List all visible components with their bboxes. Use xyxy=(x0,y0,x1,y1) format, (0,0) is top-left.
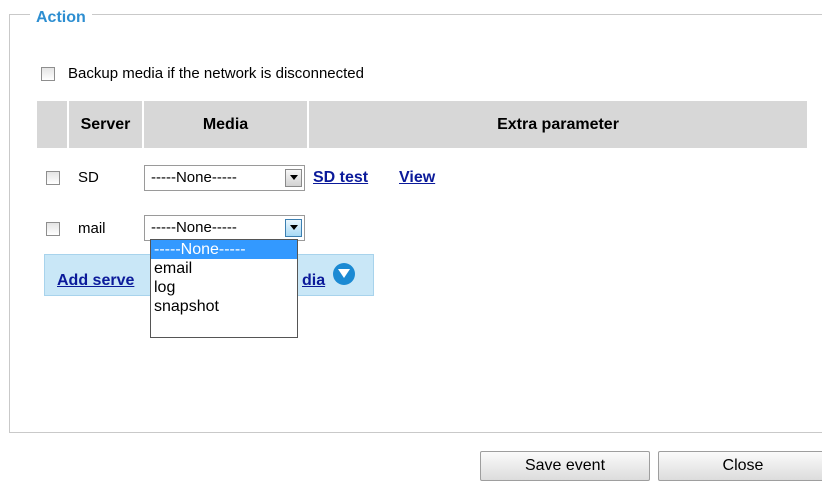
row-sd-media-select[interactable]: -----None----- xyxy=(144,165,305,191)
row-mail-checkbox[interactable] xyxy=(46,222,60,236)
header-server: Server xyxy=(69,101,142,148)
dropdown-option[interactable]: log xyxy=(151,278,297,297)
chevron-down-icon[interactable] xyxy=(285,169,302,187)
chevron-down-icon[interactable] xyxy=(285,219,302,237)
row-mail-media-select[interactable]: -----None----- xyxy=(144,215,305,241)
row-sd-media-value: -----None----- xyxy=(151,169,237,186)
row-sd-server: SD xyxy=(78,169,99,186)
row-mail-server: mail xyxy=(78,220,106,237)
add-server-link[interactable]: Add serve xyxy=(57,272,134,290)
dropdown-option[interactable]: -----None----- xyxy=(151,240,297,259)
header-checkbox-cell xyxy=(37,101,67,148)
add-media-link[interactable]: dia xyxy=(302,272,325,290)
row-mail-media-value: -----None----- xyxy=(151,219,237,236)
view-link[interactable]: View xyxy=(399,169,435,187)
sd-test-link[interactable]: SD test xyxy=(313,169,368,187)
dropdown-option[interactable]: snapshot xyxy=(151,297,297,316)
backup-label: Backup media if the network is disconnec… xyxy=(68,65,364,82)
dropdown-option[interactable]: email xyxy=(151,259,297,278)
chevron-down-circle-icon[interactable] xyxy=(333,263,355,285)
row-sd-checkbox[interactable] xyxy=(46,171,60,185)
media-dropdown-list: -----None----- email log snapshot xyxy=(150,239,298,338)
header-extra-parameter: Extra parameter xyxy=(309,101,807,148)
section-legend: Action xyxy=(30,8,92,28)
backup-checkbox[interactable] xyxy=(41,67,55,81)
header-media: Media xyxy=(144,101,307,148)
